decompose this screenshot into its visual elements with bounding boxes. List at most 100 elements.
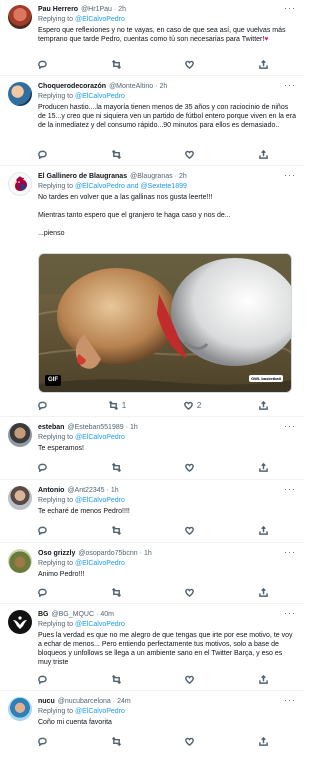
tweet-gif-media[interactable]: GIF OWL basketball xyxy=(38,253,292,393)
author-name[interactable]: esteban xyxy=(38,423,64,432)
author-handle[interactable]: @Esteban551989 xyxy=(67,423,123,432)
retweet-button[interactable] xyxy=(111,60,125,69)
author-handle[interactable]: @nucubarcelona xyxy=(58,697,111,706)
retweet-icon xyxy=(111,150,121,159)
reply-button[interactable] xyxy=(38,737,51,746)
timestamp[interactable]: 1h xyxy=(144,549,152,558)
author-name[interactable]: Oso grizzly xyxy=(38,549,75,558)
retweet-button[interactable]: 1 xyxy=(108,401,126,410)
like-button[interactable] xyxy=(185,675,198,684)
like-button[interactable] xyxy=(185,737,198,746)
replying-to-link[interactable]: @ElCalvoPedro xyxy=(75,497,125,504)
tweet-oso-grizzly[interactable]: Oso grizzly @osopardo75bcnn · 1h ··· Rep… xyxy=(0,544,304,604)
tweet-nucu[interactable]: nucu @nucubarcelona · 24m ··· Replying t… xyxy=(0,692,304,762)
reply-button[interactable] xyxy=(38,60,51,69)
author-name[interactable]: BG xyxy=(38,610,49,619)
like-button[interactable] xyxy=(185,526,198,535)
more-icon[interactable]: ··· xyxy=(284,485,296,494)
share-button[interactable] xyxy=(259,737,268,746)
author-handle[interactable]: @BG_MQUC xyxy=(52,610,95,619)
tweet-actions xyxy=(38,588,268,597)
retweet-button[interactable] xyxy=(111,588,125,597)
timestamp[interactable]: 2h xyxy=(159,82,167,91)
timestamp[interactable]: 40m xyxy=(100,610,114,619)
replying-to-link[interactable]: @ElCalvoPedro xyxy=(75,434,125,441)
share-icon xyxy=(259,588,268,597)
tweet-gallinero-blaugranas[interactable]: El Gallinero de Blaugranas @Blaugranas ·… xyxy=(0,167,304,417)
avatar[interactable] xyxy=(8,549,32,573)
reply-button[interactable] xyxy=(38,526,51,535)
heart-icon xyxy=(185,737,195,746)
tweet-text: No tardes en volver que a las gallinas n… xyxy=(38,193,296,238)
more-icon[interactable]: ··· xyxy=(284,696,296,705)
author-name[interactable]: El Gallinero de Blaugranas xyxy=(38,172,127,181)
author-handle[interactable]: @Blaugranas xyxy=(130,172,173,181)
replying-to-link[interactable]: @ElCalvoPedro xyxy=(75,621,125,628)
replying-to-link[interactable]: @ElCalvoPedro and @Sextete1899 xyxy=(75,183,187,190)
timestamp[interactable]: 2h xyxy=(118,5,126,14)
author-name[interactable]: Pau Herrero xyxy=(38,5,78,14)
share-button[interactable] xyxy=(259,60,268,69)
share-button[interactable] xyxy=(259,588,268,597)
like-button[interactable] xyxy=(185,588,198,597)
retweet-button[interactable] xyxy=(111,150,125,159)
tweet-text-line: Coño mi cuenta favorita xyxy=(38,719,112,726)
more-icon[interactable]: ··· xyxy=(284,81,296,90)
replying-to-link[interactable]: @ElCalvoPedro xyxy=(75,93,125,100)
more-icon[interactable]: ··· xyxy=(284,422,296,431)
timestamp[interactable]: 1h xyxy=(130,423,138,432)
replying-to-link[interactable]: @ElCalvoPedro xyxy=(75,708,125,715)
replying-to-link[interactable]: @ElCalvoPedro xyxy=(75,560,125,567)
reply-button[interactable] xyxy=(38,150,51,159)
tweet-actions: 1 2 xyxy=(38,401,268,410)
author-name[interactable]: Choquerodecorazón xyxy=(38,82,106,91)
tweet-antonio[interactable]: Antonio @Ant22345 · 1h ··· Replying to @… xyxy=(0,481,304,543)
retweet-button[interactable] xyxy=(111,463,125,472)
share-button[interactable] xyxy=(259,401,268,410)
author-name[interactable]: Antonio xyxy=(38,486,64,495)
reply-button[interactable] xyxy=(38,401,51,410)
avatar[interactable] xyxy=(8,486,32,510)
retweet-button[interactable] xyxy=(111,675,125,684)
avatar[interactable] xyxy=(8,423,32,447)
author-handle[interactable]: @Hr1Pau xyxy=(81,5,112,14)
timestamp[interactable]: 2h xyxy=(179,172,187,181)
replying-prefix: Replying to xyxy=(38,434,74,441)
author-handle[interactable]: @Ant22345 xyxy=(67,486,104,495)
like-button[interactable] xyxy=(185,463,198,472)
share-button[interactable] xyxy=(259,675,268,684)
tweet-pau-herrero[interactable]: Pau Herrero @Hr1Pau · 2h ··· Replying to… xyxy=(0,0,304,76)
author-handle[interactable]: @osopardo75bcnn xyxy=(78,549,137,558)
share-button[interactable] xyxy=(259,463,268,472)
reply-button[interactable] xyxy=(38,675,51,684)
share-button[interactable] xyxy=(259,150,268,159)
avatar[interactable] xyxy=(8,82,32,106)
avatar[interactable] xyxy=(8,172,32,196)
retweet-button[interactable] xyxy=(111,737,125,746)
more-icon[interactable]: ··· xyxy=(284,171,296,180)
like-button[interactable] xyxy=(185,150,198,159)
reply-button[interactable] xyxy=(38,463,51,472)
tweet-esteban[interactable]: esteban @Esteban551989 · 1h ··· Replying… xyxy=(0,418,304,480)
share-icon xyxy=(259,526,268,535)
retweet-button[interactable] xyxy=(111,526,125,535)
more-icon[interactable]: ··· xyxy=(284,609,296,618)
avatar[interactable] xyxy=(8,5,32,29)
avatar[interactable] xyxy=(8,697,32,721)
tweet-choquerodecorazon[interactable]: Choquerodecorazón @MonteAltino · 2h ··· … xyxy=(0,77,304,166)
author-name[interactable]: nucu xyxy=(38,697,55,706)
tweet-actions xyxy=(38,150,268,159)
author-handle[interactable]: @MonteAltino xyxy=(109,82,153,91)
like-button[interactable] xyxy=(185,60,198,69)
timestamp[interactable]: 24m xyxy=(117,697,131,706)
tweet-text: Espero que reflexiones y no te vayas, en… xyxy=(38,26,296,44)
tweet-bg[interactable]: BG @BG_MQUC · 40m ··· Replying to @ElCal… xyxy=(0,605,304,691)
share-button[interactable] xyxy=(259,526,268,535)
timestamp[interactable]: 1h xyxy=(111,486,119,495)
reply-button[interactable] xyxy=(38,588,51,597)
replying-to-link[interactable]: @ElCalvoPedro xyxy=(75,16,125,23)
more-icon[interactable]: ··· xyxy=(284,548,296,557)
more-icon[interactable]: ··· xyxy=(284,4,296,13)
avatar[interactable] xyxy=(8,610,32,634)
like-button[interactable]: 2 xyxy=(183,401,201,410)
